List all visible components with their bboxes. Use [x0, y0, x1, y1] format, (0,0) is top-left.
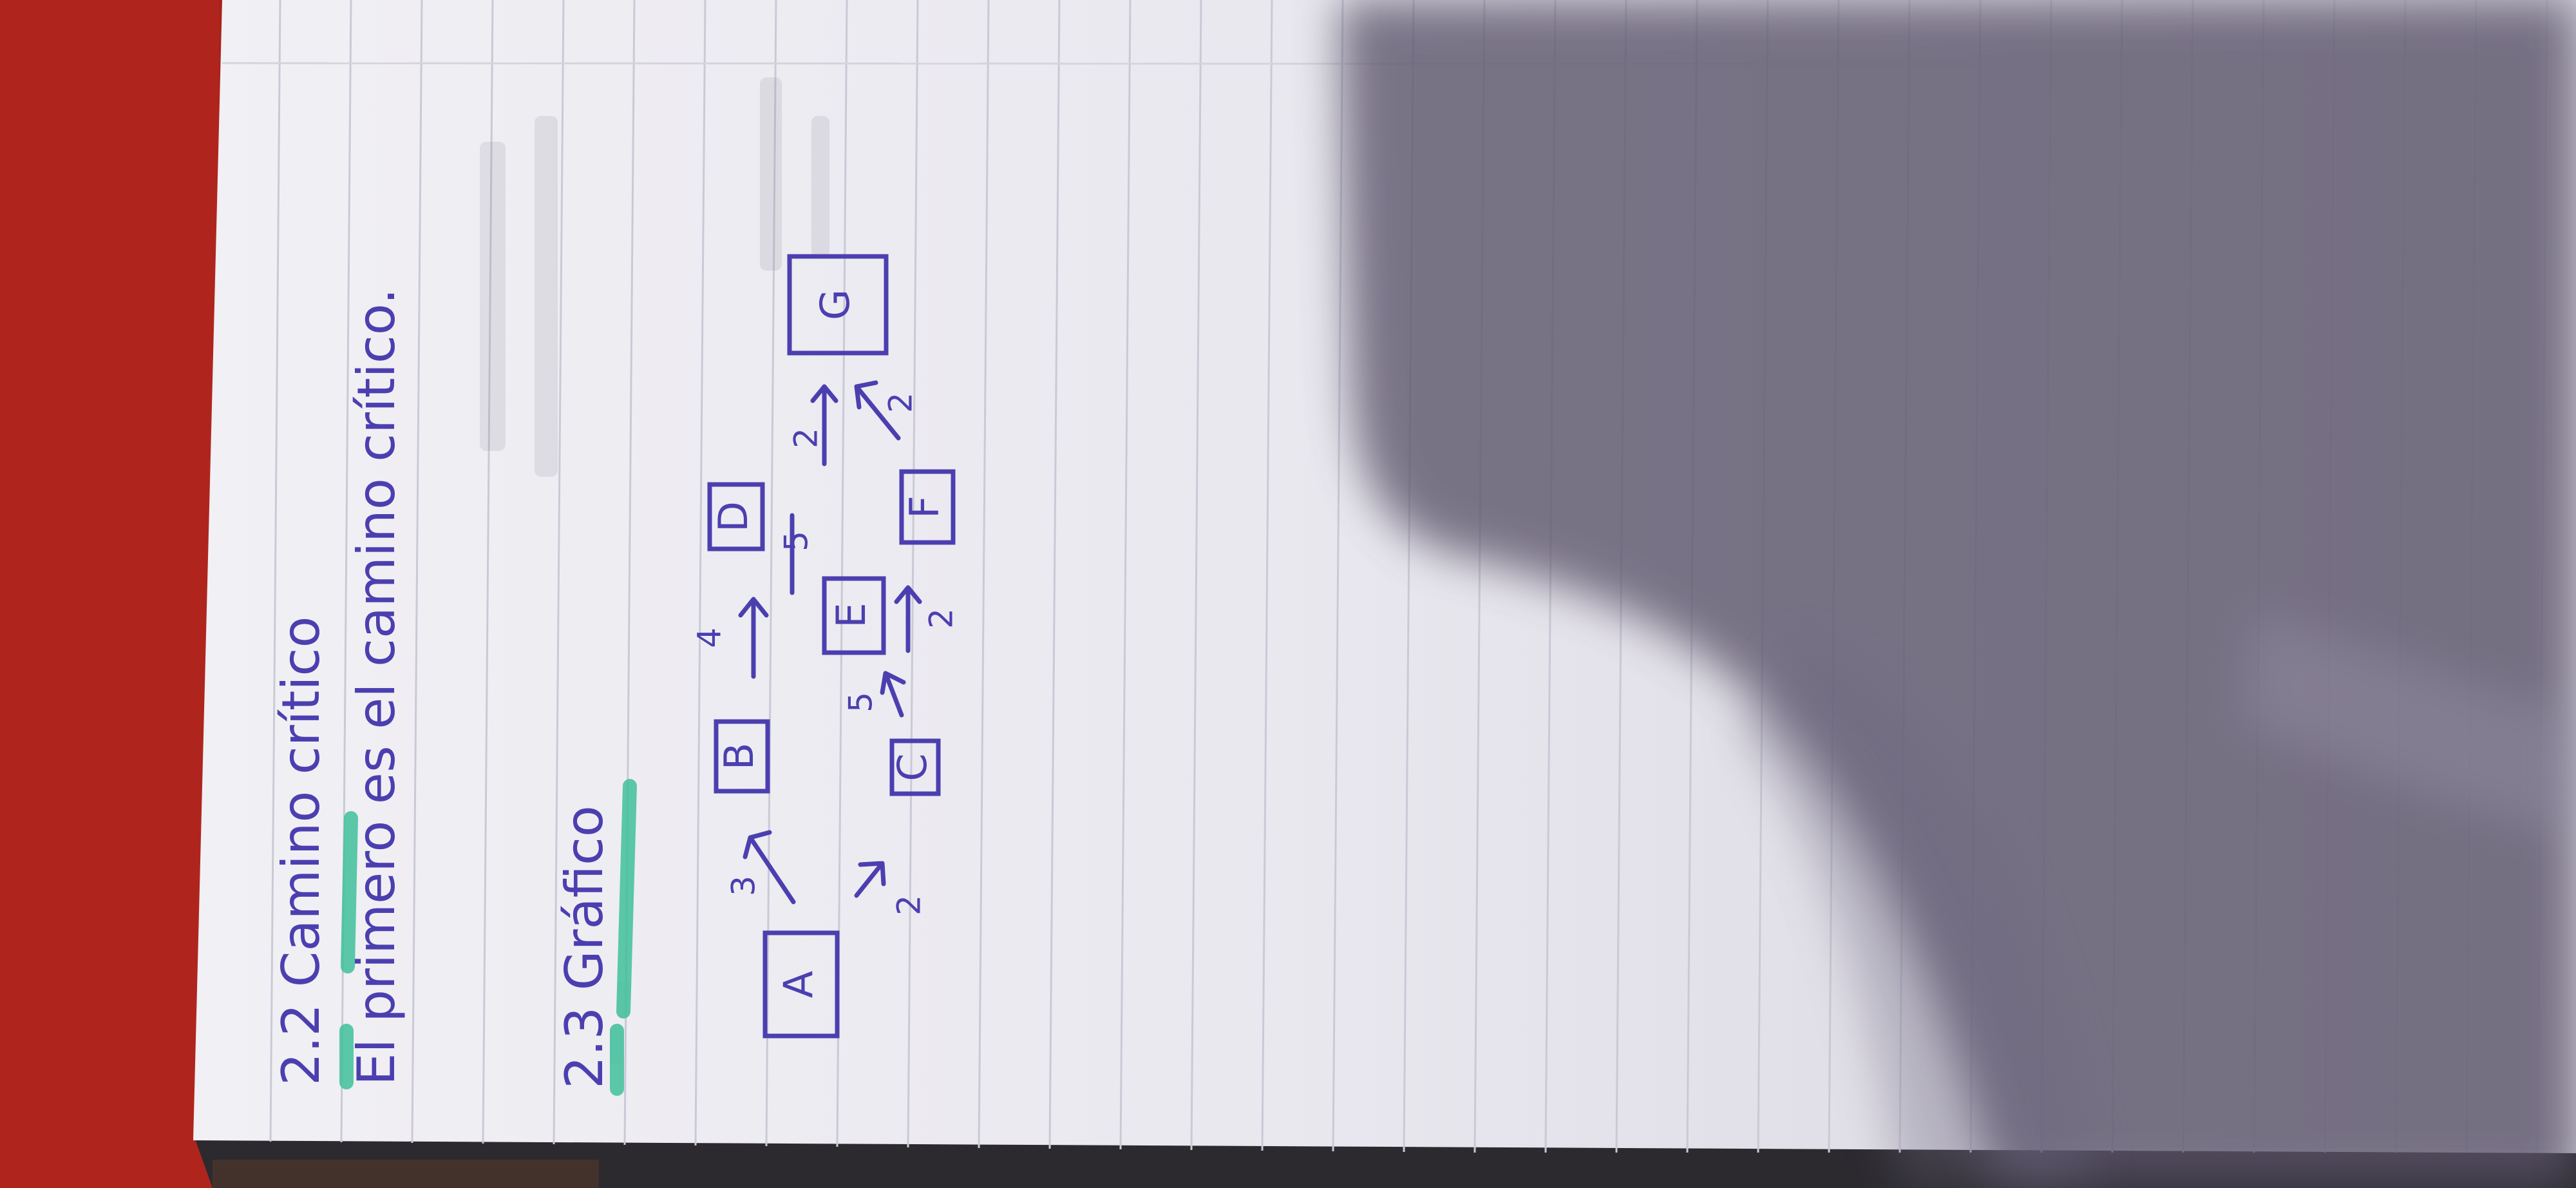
node-label: G — [811, 289, 858, 320]
edge-weight: 2 — [891, 895, 928, 915]
section-2-3-heading: 2.3 Gráfico — [554, 805, 614, 1089]
critical-path-sentence: El primero es el camino crítico. — [346, 288, 406, 1086]
node-label: D — [710, 501, 757, 532]
node-label: B — [715, 743, 762, 771]
edge-weight: 4 — [691, 628, 728, 648]
node-label: E — [828, 602, 875, 628]
edge-weight: 3 — [725, 876, 762, 896]
node-label: A — [775, 971, 822, 998]
section-2-2-heading: 2.2 Camino crítico — [271, 617, 331, 1086]
photo-scene: 2.2 Camino crítico El primero es el cami… — [0, 0, 2576, 1188]
node-label: C — [889, 753, 936, 781]
edge-weight: 5 — [778, 531, 815, 551]
edge-weight: 2 — [788, 428, 825, 448]
edge-weight: 2 — [882, 392, 920, 413]
edge-weight: 2 — [923, 608, 960, 629]
edge-weight: 5 — [842, 692, 880, 713]
node-label: F — [901, 495, 948, 519]
